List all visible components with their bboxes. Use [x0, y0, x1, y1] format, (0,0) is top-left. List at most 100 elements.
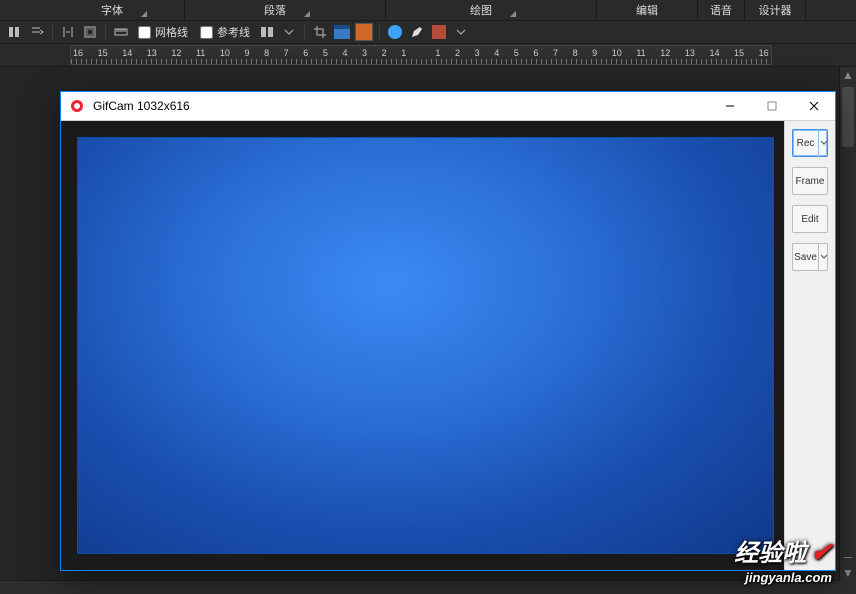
close-button[interactable]	[793, 92, 835, 120]
ruler-number: 15	[98, 48, 108, 58]
ruler-numbers: 1615141312111098765432112345678910111213…	[71, 46, 771, 58]
ruler-number: 7	[284, 48, 289, 58]
chevron-down-icon	[456, 27, 466, 37]
vertical-scrollbar[interactable]: ▲ ─ ▼	[839, 67, 856, 581]
ruler-number: 12	[660, 48, 670, 58]
ribbon-group-label: 语音	[702, 2, 740, 18]
red-swatch-icon	[432, 25, 446, 39]
blue-circle-icon	[388, 25, 402, 39]
toolbar-btn-1[interactable]	[6, 23, 24, 41]
ruler-number: 9	[592, 48, 597, 58]
toolbar-btn-4[interactable]	[81, 23, 99, 41]
scrollbar-corner	[840, 581, 856, 594]
ruler-number: 1	[401, 48, 406, 58]
edit-button[interactable]: Edit	[792, 205, 828, 233]
toolbar-btn-columns[interactable]	[258, 23, 276, 41]
maximize-icon	[767, 101, 777, 111]
gifcam-titlebar[interactable]: GifCam 1032x616	[61, 92, 835, 121]
guides-checkbox[interactable]: 参考线	[196, 24, 254, 40]
toolbar-btn-sq[interactable]	[430, 23, 448, 41]
ribbon-group-voice[interactable]: 语音	[698, 0, 745, 20]
rec-button[interactable]: Rec	[792, 129, 828, 157]
toolbar-btn-dropdown[interactable]	[280, 23, 298, 41]
dialog-launcher-icon[interactable]: ◢	[502, 0, 520, 20]
rec-dropdown[interactable]	[818, 129, 828, 157]
ruler-ticks	[71, 59, 771, 64]
ruler-number: 13	[147, 48, 157, 58]
ruler-number: 6	[533, 48, 538, 58]
gifcam-title: GifCam 1032x616	[93, 99, 190, 113]
ruler-number: 13	[685, 48, 695, 58]
ruler-number: 14	[122, 48, 132, 58]
dialog-launcher-icon[interactable]: ◢	[296, 0, 314, 20]
ruler-number: 8	[573, 48, 578, 58]
chevron-down-icon	[284, 27, 294, 37]
ruler-number: 15	[734, 48, 744, 58]
scroll-up-icon[interactable]: ▲	[840, 67, 856, 83]
pencil-icon	[410, 25, 424, 39]
split-handle-icon[interactable]: ─	[840, 549, 856, 565]
layout-icon	[260, 25, 274, 39]
maximize-button[interactable]	[751, 92, 793, 120]
gifcam-capture-area	[61, 121, 784, 570]
ruler-number: 16	[759, 48, 769, 58]
ruler-area: 1615141312111098765432112345678910111213…	[0, 44, 856, 67]
ribbon-group-edit[interactable]: 编辑	[597, 0, 698, 20]
ruler-number: 2	[455, 48, 460, 58]
ribbon-group-label: 设计器	[751, 2, 800, 18]
ruler-number: 8	[264, 48, 269, 58]
ribbon-group-label: 字体	[93, 2, 131, 18]
separator	[105, 24, 106, 40]
edit-label: Edit	[793, 214, 827, 225]
separator	[304, 24, 305, 40]
toolbar-btn-color1[interactable]	[333, 23, 351, 41]
ruler-number: 2	[382, 48, 387, 58]
ruler-number: 7	[553, 48, 558, 58]
toolbar-btn-pencil[interactable]	[408, 23, 426, 41]
ruler-number: 10	[612, 48, 622, 58]
ribbon-group-paragraph[interactable]: 段落 ◢	[185, 0, 386, 20]
ruler-number: 3	[475, 48, 480, 58]
toolbar-btn-record[interactable]	[386, 23, 404, 41]
toolbar-btn-overflow[interactable]	[452, 23, 470, 41]
separator	[379, 24, 380, 40]
chevron-down-icon	[821, 140, 827, 146]
ruler-number: 1	[435, 48, 440, 58]
ruler-number: 5	[323, 48, 328, 58]
toolbar-btn-ruler[interactable]	[112, 23, 130, 41]
ribbon-group-font[interactable]: 字体 ◢	[60, 0, 185, 20]
window-blue-icon	[334, 25, 350, 39]
ruler-icon	[114, 25, 128, 39]
ribbon-group-draw[interactable]: 绘图 ◢	[386, 0, 597, 20]
toolbar: 网格线 参考线	[0, 21, 856, 44]
gifcam-side-panel: Rec Frame Edit Save	[784, 121, 835, 570]
margin-icon	[83, 25, 97, 39]
guides-input[interactable]	[200, 26, 213, 39]
scroll-down-icon[interactable]: ▼	[840, 565, 856, 581]
gridlines-checkbox[interactable]: 网格线	[134, 24, 192, 40]
frame-button[interactable]: Frame	[792, 167, 828, 195]
horizontal-scrollbar[interactable]	[0, 580, 840, 594]
toolbar-btn-color2[interactable]	[355, 23, 373, 41]
gridlines-input[interactable]	[138, 26, 151, 39]
ruler-number: 10	[220, 48, 230, 58]
ribbon-group-label: 绘图	[462, 2, 500, 18]
toolbar-btn-3[interactable]	[59, 23, 77, 41]
toolbar-btn-crop[interactable]	[311, 23, 329, 41]
ribbon-groups: 字体 ◢ 段落 ◢ 绘图 ◢ 编辑 语音 设计器	[0, 0, 856, 21]
save-dropdown[interactable]	[818, 243, 828, 271]
scrollbar-thumb[interactable]	[842, 87, 854, 147]
ruler-number: 16	[73, 48, 83, 58]
horizontal-ruler[interactable]: 1615141312111098765432112345678910111213…	[70, 45, 772, 65]
minimize-button[interactable]	[709, 92, 751, 120]
save-button[interactable]: Save	[792, 243, 828, 271]
toolbar-btn-2[interactable]	[28, 23, 46, 41]
ribbon-group-designer[interactable]: 设计器	[745, 0, 806, 20]
ruler-number: 14	[709, 48, 719, 58]
ruler-number: 12	[171, 48, 181, 58]
guides-label: 参考线	[217, 24, 250, 40]
document-area: ▲ ─ ▼ GifCam 1032x616	[0, 67, 856, 594]
gifcam-body: Rec Frame Edit Save	[61, 121, 835, 570]
ribbon-group-label: 编辑	[628, 2, 666, 18]
dialog-launcher-icon[interactable]: ◢	[133, 0, 151, 20]
